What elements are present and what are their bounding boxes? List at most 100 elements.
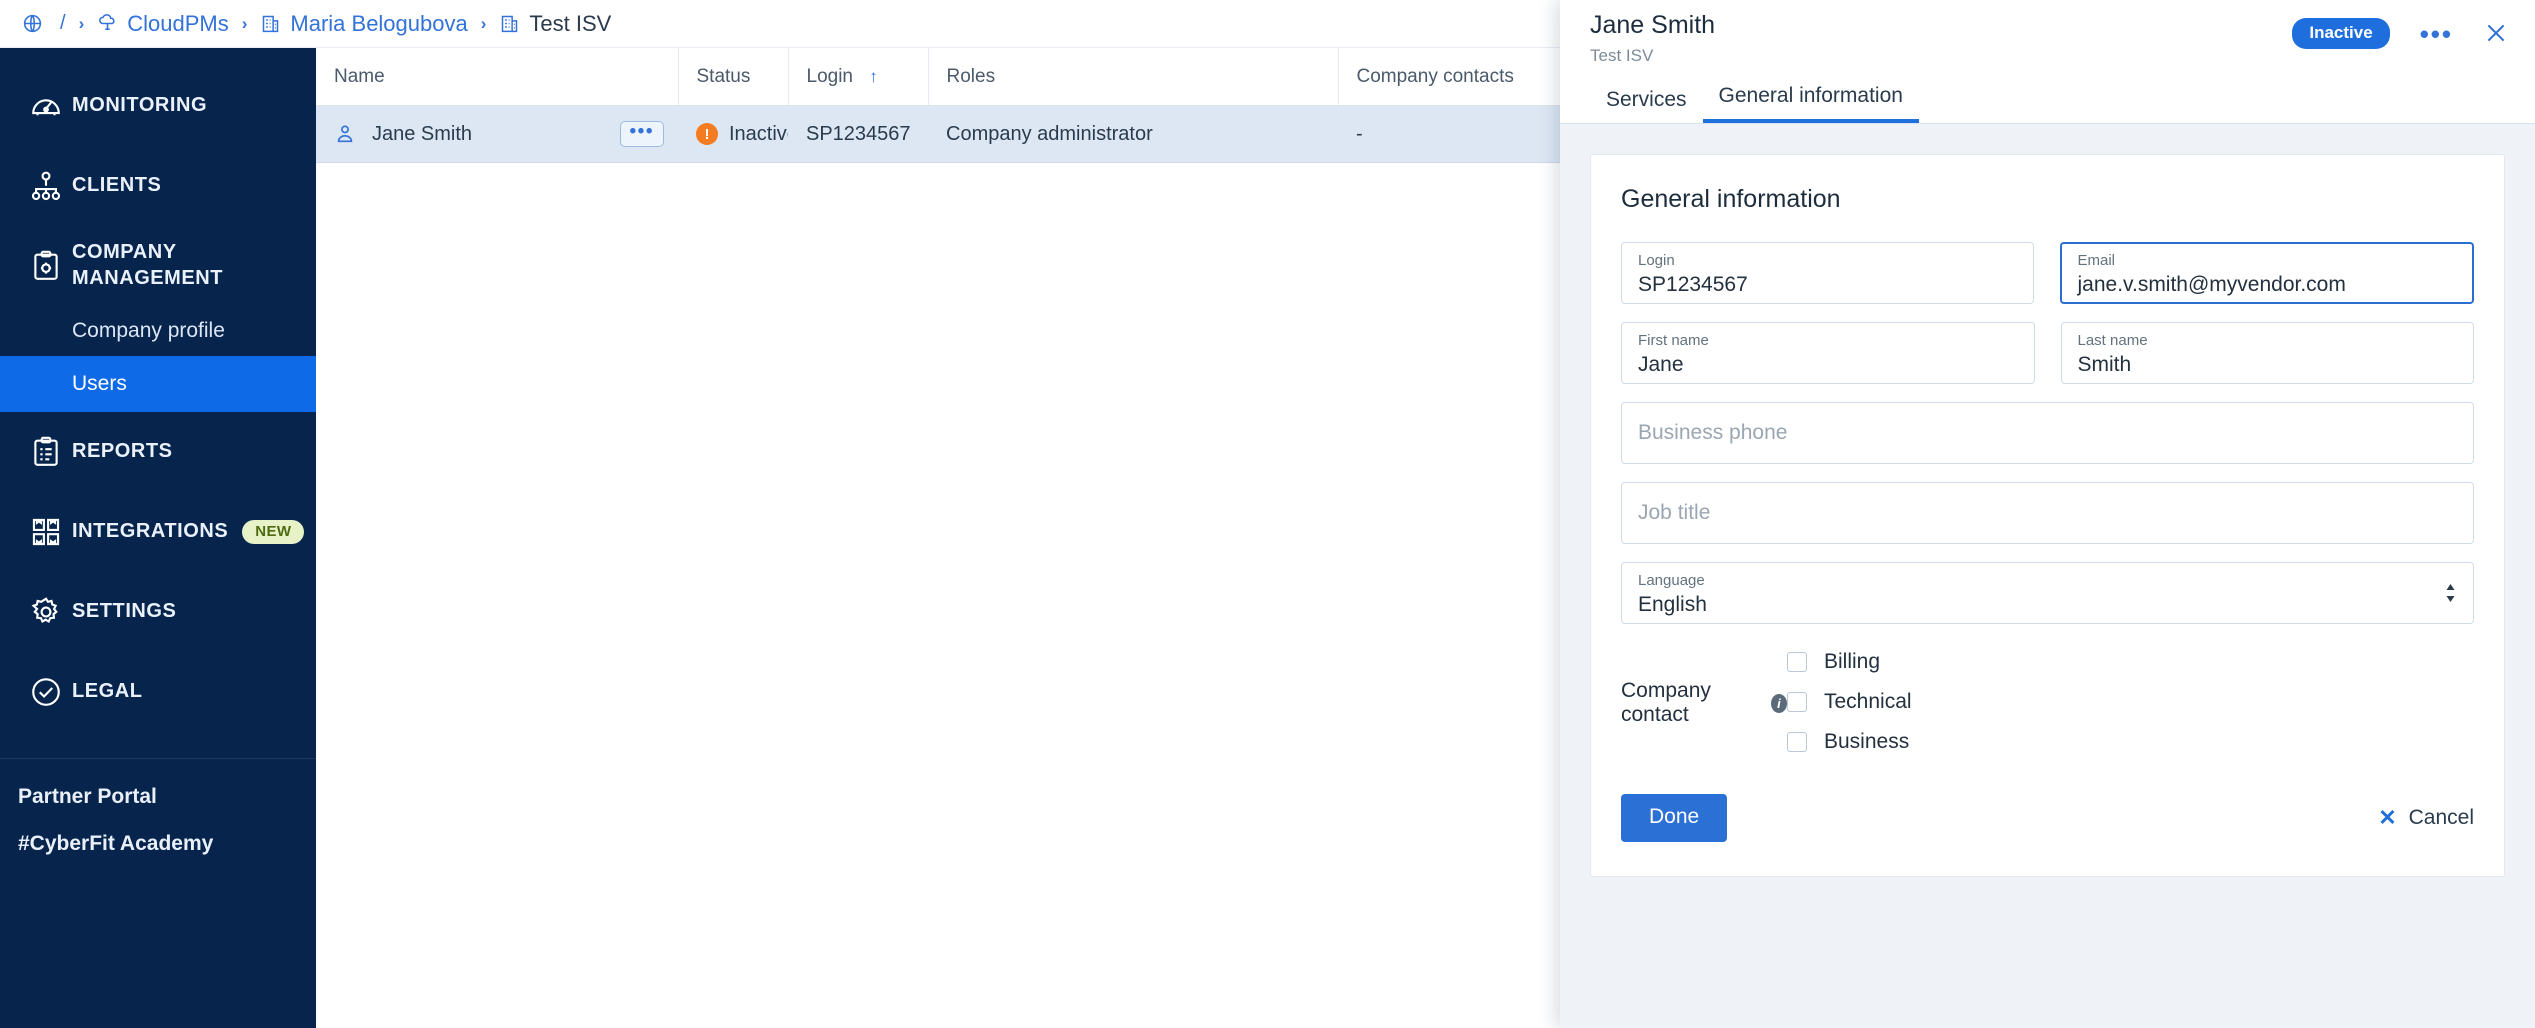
sidebar-item-settings[interactable]: SETTINGS: [0, 572, 316, 652]
breadcrumb-slash: /: [60, 12, 66, 34]
company-contact-text: Company contact: [1621, 679, 1711, 726]
last-name-label: Last name: [2077, 332, 2148, 349]
job-title-field[interactable]: Job title: [1621, 482, 2474, 544]
status-text: Inactive: [729, 122, 788, 145]
checkbox-label: Billing: [1824, 650, 1881, 673]
checkbox-technical[interactable]: Technical: [1787, 690, 1912, 714]
row-actions-button[interactable]: •••: [619, 121, 664, 147]
tab-label: Services: [1606, 88, 1687, 111]
checkbox-business[interactable]: Business: [1787, 730, 1912, 754]
panel-menu-button[interactable]: •••: [2420, 21, 2453, 47]
sidebar-item-reports[interactable]: REPORTS: [0, 412, 316, 492]
column-header-login[interactable]: Login ↑: [788, 48, 929, 106]
checkbox-label: Technical: [1824, 690, 1912, 713]
cancel-label: Cancel: [2408, 806, 2474, 829]
close-icon[interactable]: [2483, 20, 2509, 47]
status-badge[interactable]: Inactive: [2292, 18, 2390, 49]
grid-boxes-icon: [20, 515, 72, 549]
gear-icon: [20, 595, 72, 629]
cell-login: SP1234567: [788, 105, 928, 163]
breadcrumb-separator-2: ›: [480, 13, 487, 33]
done-button[interactable]: Done: [1621, 794, 1728, 842]
sidebar-item-label: INTEGRATIONS: [72, 520, 229, 543]
tab-general-information[interactable]: General information: [1702, 84, 1919, 123]
building-icon: [499, 13, 520, 34]
language-label: Language: [1638, 572, 1705, 589]
job-title-placeholder: Job title: [1638, 501, 1711, 524]
column-header-name[interactable]: Name: [316, 48, 679, 106]
cell-roles: Company administrator: [928, 105, 1338, 163]
form-row-names: First name Jane Last name Smith: [1621, 322, 2474, 384]
column-header-status[interactable]: Status: [678, 48, 789, 106]
org-chart-icon: [20, 169, 72, 203]
sidebar-item-clients[interactable]: CLIENTS: [0, 146, 316, 226]
form-row-phone: Business phone: [1621, 402, 2474, 464]
checkbox-box[interactable]: [1787, 692, 1807, 712]
last-name-value: Smith: [2077, 353, 2132, 376]
breadcrumb-item-maria-belogubova[interactable]: Maria Belogubova: [290, 11, 467, 37]
card-title: General information: [1621, 185, 1841, 213]
column-label: Name: [334, 66, 385, 87]
sidebar-subitem-company-profile[interactable]: Company profile: [0, 306, 316, 356]
app-root: / › CloudPMs › Maria Belogubova › Test I…: [0, 0, 2535, 1028]
breadcrumb-item-cloudpms[interactable]: CloudPMs: [127, 11, 228, 37]
login-field[interactable]: Login SP1234567: [1621, 242, 2034, 304]
company-contact-group: Company contact i Billing Technical Busi…: [1621, 650, 2474, 754]
column-label: Status: [696, 66, 751, 87]
sidebar-subitem-label: Users: [72, 372, 127, 395]
breadcrumb: / › CloudPMs › Maria Belogubova › Test I…: [22, 11, 611, 37]
globe-icon[interactable]: [22, 13, 43, 34]
sidebar-item-legal[interactable]: LEGAL: [0, 652, 316, 732]
last-name-field[interactable]: Last name Smith: [2060, 322, 2474, 384]
panel-title: Jane Smith: [1590, 11, 1716, 39]
checkbox-label: Business: [1824, 730, 1910, 753]
language-select[interactable]: Language English: [1621, 562, 2474, 624]
sidebar-item-label: CLIENTS: [72, 174, 162, 197]
info-icon[interactable]: i: [1770, 693, 1787, 713]
tab-services[interactable]: Services: [1590, 88, 1703, 123]
panel-body: General information Login SP1234567 Emai…: [1560, 124, 2535, 1028]
panel-tabs: Services General information: [1560, 76, 2535, 124]
checkbox-box[interactable]: [1787, 652, 1807, 672]
email-label: Email: [2077, 252, 2116, 269]
sidebar-subitem-users[interactable]: Users: [0, 356, 316, 412]
checkbox-billing[interactable]: Billing: [1787, 650, 1912, 674]
checkbox-box[interactable]: [1787, 732, 1807, 752]
card-actions: Done ✕ Cancel: [1621, 794, 2474, 842]
partner-portal-link[interactable]: Partner Portal: [18, 785, 316, 809]
sidebar-item-company-management[interactable]: COMPANY MANAGEMENT: [0, 226, 316, 306]
login-label: Login: [1638, 252, 1675, 269]
first-name-value: Jane: [1638, 353, 1684, 376]
panel-header: Jane Smith Test ISV Inactive •••: [1560, 0, 2535, 76]
sidebar-item-label: COMPANY MANAGEMENT: [72, 241, 224, 289]
email-field[interactable]: Email jane.v.smith@myvendor.com: [2059, 242, 2474, 304]
sidebar-item-label: SETTINGS: [72, 600, 177, 623]
column-header-roles[interactable]: Roles: [928, 48, 1339, 106]
business-phone-placeholder: Business phone: [1638, 421, 1788, 444]
breadcrumb-item-test-isv: Test ISV: [529, 10, 612, 36]
building-icon: [260, 13, 281, 34]
cloud-icon: [97, 13, 118, 34]
breadcrumb-separator-0: ›: [78, 13, 85, 33]
user-details-panel: Jane Smith Test ISV Inactive ••• Service…: [1560, 0, 2535, 1028]
sidebar-item-label: MONITORING: [72, 94, 208, 117]
language-value: English: [1638, 593, 1707, 616]
cell-status: ! Inactive: [678, 105, 788, 163]
sidebar-item-integrations[interactable]: INTEGRATIONS NEW: [0, 492, 316, 572]
column-label: Roles: [946, 66, 996, 87]
email-value: jane.v.smith@myvendor.com: [2077, 273, 2346, 296]
sidebar-item-monitoring[interactable]: MONITORING: [0, 66, 316, 146]
sidebar-subitem-label: Company profile: [72, 319, 225, 342]
form-row-job-title: Job title: [1621, 482, 2474, 544]
cancel-button[interactable]: ✕ Cancel: [2378, 805, 2474, 831]
cyberfit-academy-link[interactable]: #CyberFit Academy: [18, 832, 316, 856]
first-name-label: First name: [1638, 332, 1709, 349]
panel-subtitle: Test ISV: [1590, 45, 1654, 65]
first-name-field[interactable]: First name Jane: [1621, 322, 2035, 384]
company-contact-options: Billing Technical Business: [1787, 650, 1912, 754]
general-information-card: General information Login SP1234567 Emai…: [1590, 154, 2505, 877]
sidebar-item-label: REPORTS: [72, 440, 173, 463]
column-label: Company contacts: [1356, 66, 1514, 87]
business-phone-field[interactable]: Business phone: [1621, 402, 2474, 464]
check-circle-icon: [20, 675, 72, 709]
